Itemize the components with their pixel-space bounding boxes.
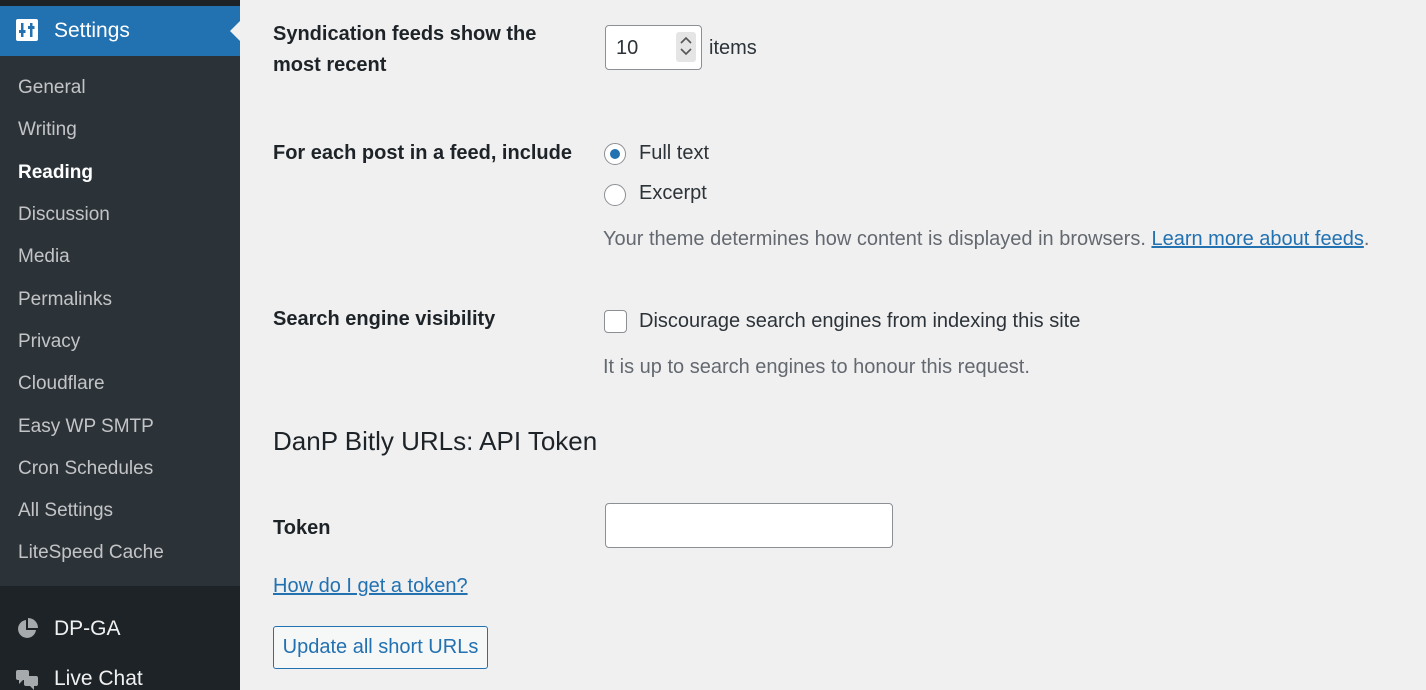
menu-item-live-chat[interactable]: Live Chat: [0, 657, 240, 690]
submenu-item-discussion[interactable]: Discussion: [18, 204, 110, 226]
token-label: Token: [273, 517, 331, 539]
learn-more-feeds-link[interactable]: Learn more about feeds: [1151, 228, 1363, 250]
submenu-item-all-settings[interactable]: All Settings: [18, 500, 113, 522]
menu-item-live-chat-label: Live Chat: [54, 667, 143, 690]
admin-sidebar: Settings General Writing Reading Discuss…: [0, 0, 240, 690]
submenu-item-litespeed-cache[interactable]: LiteSpeed Cache: [18, 542, 164, 564]
description-period: .: [1363, 228, 1370, 250]
submenu-item-writing[interactable]: Writing: [18, 119, 77, 141]
full-text-label[interactable]: Full text: [639, 141, 709, 165]
bitly-section-heading: DanP Bitly URLs: API Token: [273, 426, 598, 456]
chevron-down-icon[interactable]: [680, 47, 692, 57]
feeds-label-line2: most recent: [273, 54, 387, 76]
submenu-item-permalinks[interactable]: Permalinks: [18, 289, 112, 311]
submenu-item-media[interactable]: Media: [18, 246, 70, 268]
menu-item-settings[interactable]: Settings: [0, 6, 240, 56]
token-input[interactable]: [605, 503, 893, 548]
reading-settings-form: Syndication feeds show the most recent 1…: [240, 0, 1426, 690]
feeds-label: Syndication feeds show the most recent: [273, 19, 536, 81]
feeds-items-suffix: items: [709, 37, 757, 59]
update-short-urls-button[interactable]: Update all short URLs: [273, 626, 488, 669]
current-menu-arrow: [230, 21, 240, 41]
submenu-item-easy-wp-smtp[interactable]: Easy WP SMTP: [18, 416, 154, 438]
discourage-search-checkbox[interactable]: [604, 310, 627, 333]
menu-item-dp-ga[interactable]: DP-GA: [0, 607, 240, 651]
full-text-radio[interactable]: [604, 143, 626, 165]
pie-chart-icon: [18, 618, 38, 638]
settings-sliders-icon: [16, 19, 38, 41]
menu-item-settings-label: Settings: [54, 19, 130, 42]
menu-item-dp-ga-label: DP-GA: [54, 617, 121, 640]
submenu-item-general[interactable]: General: [18, 77, 86, 99]
feed-content-description-text: Your theme determines how content is dis…: [603, 228, 1146, 250]
discourage-search-label[interactable]: Discourage search engines from indexing …: [639, 309, 1080, 333]
submenu-item-privacy[interactable]: Privacy: [18, 331, 80, 353]
feeds-count-value: 10: [616, 37, 639, 59]
visibility-description: It is up to search engines to honour thi…: [603, 356, 1030, 378]
get-token-help-link[interactable]: How do I get a token?: [273, 574, 468, 598]
submenu-item-reading[interactable]: Reading: [18, 162, 93, 184]
excerpt-radio[interactable]: [604, 184, 626, 206]
chevron-up-icon[interactable]: [680, 35, 692, 45]
feed-content-description: Your theme determines how content is dis…: [603, 227, 1369, 251]
visibility-label: Search engine visibility: [273, 308, 496, 330]
feeds-label-line1: Syndication feeds show the: [273, 23, 537, 45]
submenu-item-cloudflare[interactable]: Cloudflare: [18, 373, 105, 395]
settings-submenu: General Writing Reading Discussion Media…: [0, 56, 240, 586]
chat-bubbles-icon: [16, 670, 38, 690]
feed-content-label: For each post in a feed, include: [273, 142, 572, 164]
feeds-count-input[interactable]: 10: [605, 25, 702, 70]
excerpt-label[interactable]: Excerpt: [639, 181, 707, 205]
submenu-item-cron-schedules[interactable]: Cron Schedules: [18, 458, 153, 480]
number-spinner[interactable]: [676, 32, 696, 62]
